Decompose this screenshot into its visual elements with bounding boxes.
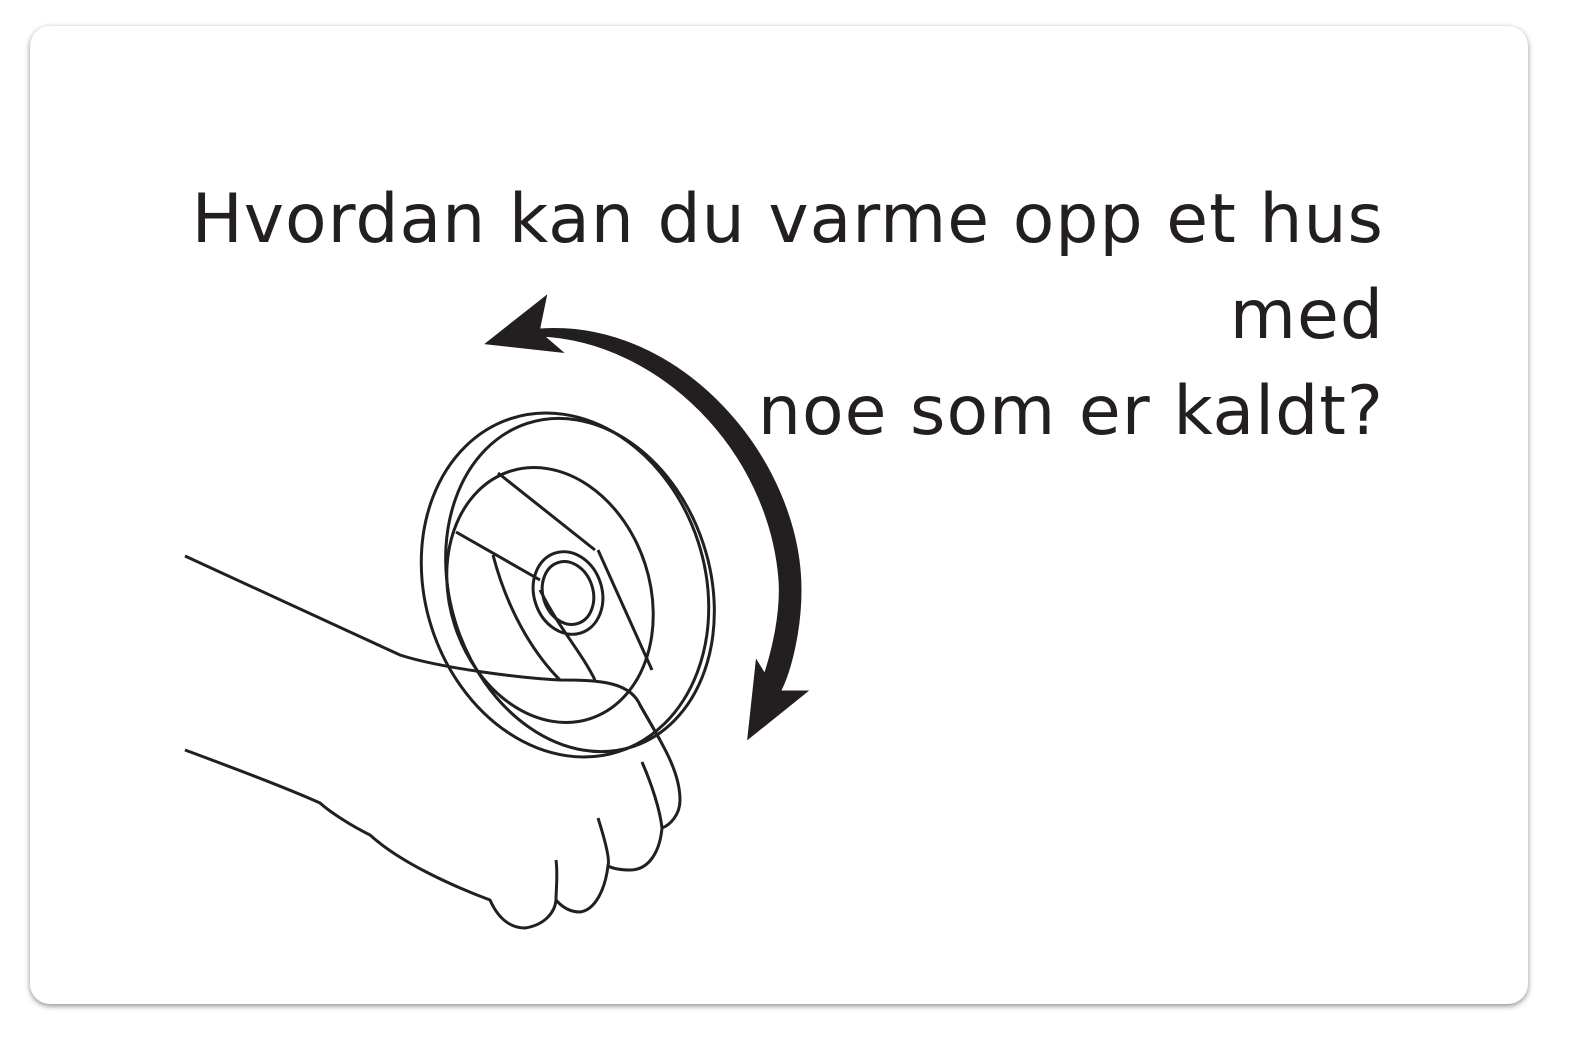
valve-icon [419, 411, 716, 759]
hand-icon [184, 554, 682, 930]
hand-turning-valve-icon [184, 294, 810, 930]
rotation-arrow-icon [484, 294, 810, 741]
